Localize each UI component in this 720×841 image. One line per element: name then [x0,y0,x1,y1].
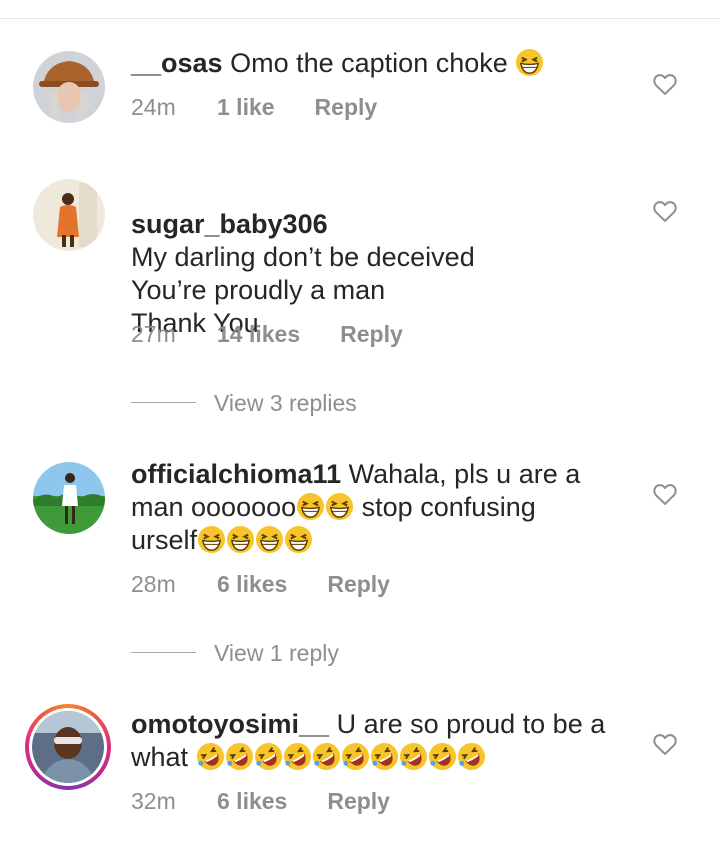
rofl-emoji-icon [254,742,283,771]
rofl-emoji-icon [225,742,254,771]
comment-likes[interactable]: 6 likes [217,787,287,815]
avatar-with-story-ring[interactable] [25,704,111,790]
comment-body: sugar_baby306 My darling don’t be deceiv… [131,175,601,340]
avatar[interactable] [33,179,105,251]
reply-button[interactable]: Reply [315,93,378,121]
view-replies-label: View 1 reply [214,640,339,666]
comment-meta: 27m 14 likes Reply [131,320,403,348]
comment-body: __osas Omo the caption choke [131,47,611,80]
reply-button[interactable]: Reply [340,320,403,348]
rofl-emoji-icon [370,742,399,771]
rofl-emoji-icon [428,742,457,771]
rofl-emoji-icon [399,742,428,771]
grinning-squint-emoji-icon [226,525,255,554]
comment-body: omotoyosimi__ U are so proud to be a wha… [131,708,611,774]
view-replies-label: View 3 replies [214,390,357,416]
comment-likes[interactable]: 6 likes [217,570,287,598]
avatar[interactable] [33,462,105,534]
grinning-squint-emoji-icon [515,48,544,77]
rofl-emoji-icon [312,742,341,771]
heart-icon[interactable] [651,730,679,758]
comment-text: U are so proud to be a [336,709,606,739]
comment-meta: 24m 1 like Reply [131,93,377,121]
comment-time: 28m [131,571,176,597]
grinning-squint-emoji-icon [255,525,284,554]
rofl-emoji-icon [341,742,370,771]
heart-icon[interactable] [651,480,679,508]
rofl-emoji-icon [196,742,225,771]
view-replies-dash [131,402,196,403]
comment-time: 27m [131,321,176,347]
comment-username[interactable]: officialchioma11 [131,459,341,489]
comment-likes[interactable]: 14 likes [217,320,300,348]
reply-button[interactable]: Reply [327,570,390,598]
heart-icon[interactable] [651,70,679,98]
comment-username[interactable]: omotoyosimi__ [131,709,329,739]
comment-time: 32m [131,788,176,814]
comment-username[interactable]: sugar_baby306 [131,209,328,239]
reply-button[interactable]: Reply [327,787,390,815]
grinning-squint-emoji-icon [325,492,354,521]
grinning-squint-emoji-icon [197,525,226,554]
comment-likes[interactable]: 1 like [217,93,275,121]
comment-meta: 28m 6 likes Reply [131,570,390,598]
avatar[interactable] [33,51,105,123]
rofl-emoji-icon [457,742,486,771]
rofl-emoji-icon [283,742,312,771]
comment-meta: 32m 6 likes Reply [131,787,390,815]
heart-icon[interactable] [651,197,679,225]
grinning-squint-emoji-icon [296,492,325,521]
comment-text: Omo the caption choke [230,48,508,78]
grinning-squint-emoji-icon [284,525,313,554]
top-divider [0,18,720,19]
view-replies-dash [131,652,196,653]
comment-time: 24m [131,94,176,120]
comment-username[interactable]: __osas [131,48,223,78]
comment-text: what [131,742,189,772]
comment-body: officialchioma11 Wahala, pls u are a man… [131,458,581,557]
